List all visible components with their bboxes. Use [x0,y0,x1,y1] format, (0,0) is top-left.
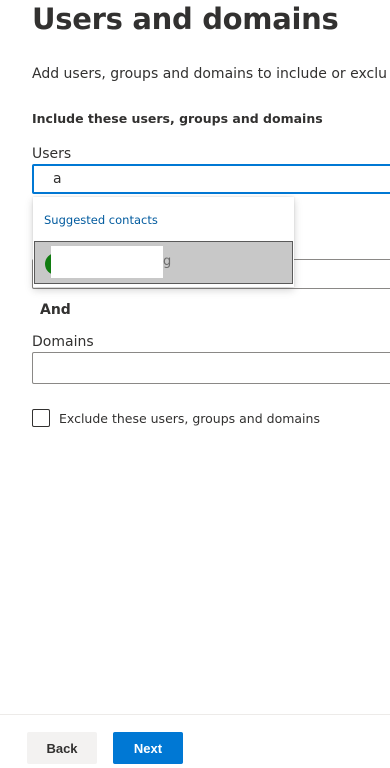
back-button[interactable]: Back [27,732,97,764]
next-button[interactable]: Next [113,732,183,764]
exclude-checkbox-row[interactable]: Exclude these users, groups and domains [32,409,320,427]
footer-divider [0,714,390,715]
domains-label: Domains [32,334,94,350]
exclude-checkbox-label: Exclude these users, groups and domains [59,410,320,426]
users-input[interactable]: a [32,164,390,194]
exclude-checkbox[interactable] [32,409,50,427]
page-description: Add users, groups and domains to include… [32,66,387,82]
domains-input[interactable] [32,352,390,384]
suggestion-item[interactable]: g [34,241,293,284]
contact-name-tail: g [163,254,172,269]
suggestions-dropdown: Suggested contacts g [33,197,294,287]
users-label: Users [32,146,72,162]
include-section-heading: Include these users, groups and domains [32,111,323,126]
and-label: And [40,302,71,318]
page-title: Users and domains [32,2,339,36]
users-and-domains-page: Users and domains Add users, groups and … [0,0,390,768]
users-input-value: a [53,171,62,187]
redacted-contact-name [51,246,163,278]
suggested-contacts-header: Suggested contacts [44,213,158,227]
